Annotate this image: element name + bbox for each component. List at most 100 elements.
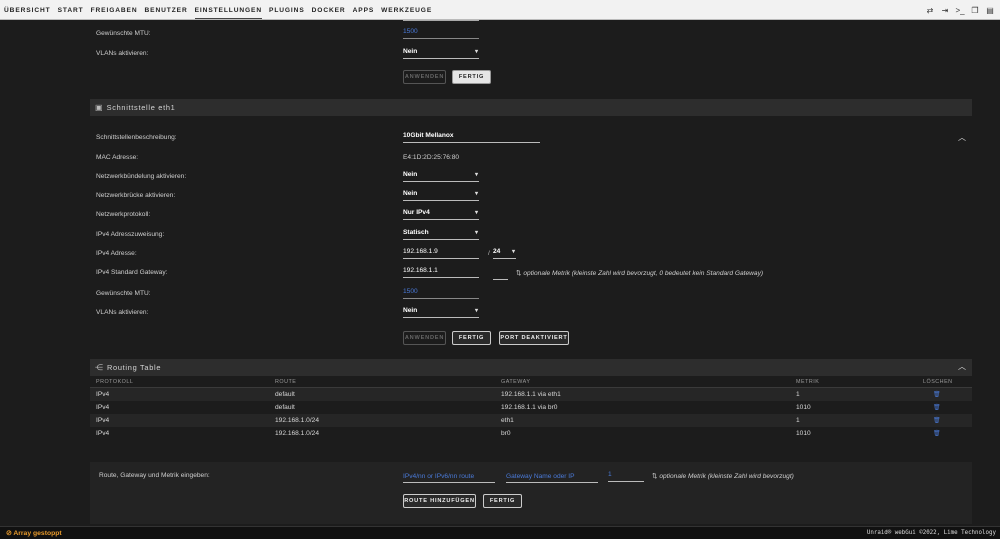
nav-overview[interactable]: ÜBERSICHT xyxy=(4,7,51,14)
assign-label: IPv4 Adresszuweisung: xyxy=(96,231,165,238)
table-row: IPv4 192.168.1.0/24 eth1 1 🗑 xyxy=(90,414,972,427)
mac-label: MAC Adresse: xyxy=(96,154,139,161)
row-metric: 1 xyxy=(796,417,800,424)
bridge-value: Nein xyxy=(403,190,418,197)
trash-icon[interactable]: 🗑 xyxy=(933,391,941,398)
col-gateway: GATEWAY xyxy=(501,379,531,385)
mtu-label: Gewünschte MTU: xyxy=(96,290,151,297)
row-protocol: IPv4 xyxy=(96,417,110,424)
prefix-select[interactable]: 24 xyxy=(493,247,516,259)
col-metric: METRIK xyxy=(796,379,820,385)
add-route-button[interactable]: ROUTE HINZUFÜGEN xyxy=(403,494,476,508)
row-metric: 1010 xyxy=(796,430,811,437)
routing-section-header: ⋲ Routing Table xyxy=(90,359,972,376)
ipv4-label: IPv4 Adresse: xyxy=(96,250,137,257)
collapse-eth1-chevron-up-icon[interactable]: ︿ xyxy=(958,132,966,143)
metric-value: 1 xyxy=(608,471,612,478)
ipv4-input[interactable]: 192.168.1.9 xyxy=(403,247,479,259)
gateway-note: ⇅ optionale Metrik (kleinste Zahl wird b… xyxy=(516,269,763,277)
row-gateway: eth1 xyxy=(501,417,514,424)
arrows-icon[interactable]: ⇄ xyxy=(924,6,936,15)
nav-users[interactable]: BENUTZER xyxy=(145,7,188,14)
trash-icon[interactable]: 🗑 xyxy=(933,430,941,437)
gateway-metric-input[interactable] xyxy=(493,279,508,280)
nav-shares[interactable]: FREIGABEN xyxy=(91,7,138,14)
desc-input[interactable]: 10Gbit Mellanox xyxy=(403,131,540,143)
desc-label: Schnittstellenbeschreibung: xyxy=(96,134,177,141)
mtu-value: 1500 xyxy=(403,288,418,295)
done-button-route[interactable]: FERTIG xyxy=(483,494,522,508)
nav-plugins[interactable]: PLUGINS xyxy=(269,7,305,14)
nav-apps[interactable]: APPS xyxy=(353,7,375,14)
protocol-value: Nur IPv4 xyxy=(403,209,430,216)
bonding-select[interactable]: Nein xyxy=(403,170,479,182)
routing-table-header: PROTOKOLL ROUTE GATEWAY METRIK LÖSCHEN xyxy=(90,377,972,388)
gateway-input-route[interactable] xyxy=(506,470,598,483)
row-gateway: 192.168.1.1 via br0 xyxy=(501,404,558,411)
port-disabled-button[interactable]: PORT DEAKTIVIERT xyxy=(499,331,569,345)
mtu-input[interactable]: 1500 xyxy=(403,287,479,299)
routing-table: PROTOKOLL ROUTE GATEWAY METRIK LÖSCHEN I… xyxy=(90,377,972,440)
row-route: 192.168.1.0/24 xyxy=(275,417,319,424)
apply-button[interactable]: ANWENDEN xyxy=(403,331,446,345)
gateway-input[interactable]: 192.168.1.1 xyxy=(403,266,479,278)
routing-table-body: IPv4 default 192.168.1.1 via eth1 1 🗑 IP… xyxy=(90,388,972,440)
ipv4-value: 192.168.1.9 xyxy=(403,248,438,255)
logout-icon[interactable]: ⇥ xyxy=(939,6,951,15)
row-route: default xyxy=(275,391,295,398)
trash-icon[interactable]: 🗑 xyxy=(933,404,941,411)
settings-content: Gewünschte MTU: 1500 VLANs aktivieren: N… xyxy=(0,20,1000,526)
toolbar-icons: ⇄ ⇥ >_ ❐ ▤ xyxy=(921,0,996,20)
mtu-label-top: Gewünschte MTU: xyxy=(96,30,151,37)
collapse-routing-chevron-up-icon[interactable]: ︿ xyxy=(958,361,966,372)
share-nodes-icon: ⋲ xyxy=(95,363,103,372)
row-route: default xyxy=(275,404,295,411)
nav-start[interactable]: START xyxy=(58,7,84,14)
apply-button-top[interactable]: ANWENDEN xyxy=(403,70,446,84)
table-row: IPv4 default 192.168.1.1 via eth1 1 🗑 xyxy=(90,388,972,401)
route-input[interactable] xyxy=(403,470,495,483)
assign-select[interactable]: Statisch xyxy=(403,228,479,240)
row-gateway: 192.168.1.1 via eth1 xyxy=(501,391,561,398)
assign-value: Statisch xyxy=(403,229,429,236)
log-icon[interactable]: ▤ xyxy=(984,6,996,15)
field-underline xyxy=(403,20,479,21)
network-card-icon: ▣ xyxy=(95,103,103,112)
row-metric: 1010 xyxy=(796,404,811,411)
gateway-note-text: optionale Metrik (kleinste Zahl wird bev… xyxy=(523,270,764,277)
top-navigation-bar: ÜBERSICHT START FREIGABEN BENUTZER EINST… xyxy=(0,0,1000,20)
vlans-select[interactable]: Nein xyxy=(403,306,479,318)
table-row: IPv4 default 192.168.1.1 via br0 1010 🗑 xyxy=(90,401,972,414)
array-status: ⊘ Array gestoppt xyxy=(6,529,62,537)
col-delete: LÖSCHEN xyxy=(923,379,953,385)
done-button-top[interactable]: FERTIG xyxy=(452,70,491,84)
bridge-select[interactable]: Nein xyxy=(403,189,479,201)
row-protocol: IPv4 xyxy=(96,430,110,437)
metric-note: ⇅ optionale Metrik (kleinste Zahl wird b… xyxy=(652,472,794,480)
protocol-select[interactable]: Nur IPv4 xyxy=(403,208,479,220)
prefix-slash: / xyxy=(488,250,490,257)
table-row: IPv4 192.168.1.0/24 br0 1010 🗑 xyxy=(90,427,972,440)
protocol-label: Netzwerkprotokoll: xyxy=(96,211,151,218)
eth1-section-header: ▣ Schnittstelle eth1 xyxy=(90,99,972,116)
bonding-label: Netzwerkbündelung aktivieren: xyxy=(96,173,187,180)
mac-value: E4:1D:2D:25:76:80 xyxy=(403,154,460,161)
vlans-label: VLANs aktivieren: xyxy=(96,309,149,316)
nav-settings[interactable]: EINSTELLUNGEN xyxy=(194,7,263,19)
metric-input[interactable]: 1 xyxy=(608,470,644,482)
nav-docker[interactable]: DOCKER xyxy=(312,7,346,14)
window-icon[interactable]: ❐ xyxy=(969,6,981,15)
gateway-value: 192.168.1.1 xyxy=(403,267,438,274)
row-gateway: br0 xyxy=(501,430,511,437)
terminal-icon[interactable]: >_ xyxy=(954,6,966,15)
trash-icon[interactable]: 🗑 xyxy=(933,417,941,424)
row-metric: 1 xyxy=(796,391,800,398)
prefix-value: 24 xyxy=(493,248,501,255)
vlans-label-top: VLANs aktivieren: xyxy=(96,50,149,57)
vlans-select-top[interactable]: Nein xyxy=(403,47,479,59)
done-button[interactable]: FERTIG xyxy=(452,331,491,345)
nav-tools[interactable]: WERKZEUGE xyxy=(381,7,432,14)
eth1-title: Schnittstelle eth1 xyxy=(106,103,176,112)
mtu-input-top[interactable]: 1500 xyxy=(403,27,479,39)
col-route: ROUTE xyxy=(275,379,297,385)
